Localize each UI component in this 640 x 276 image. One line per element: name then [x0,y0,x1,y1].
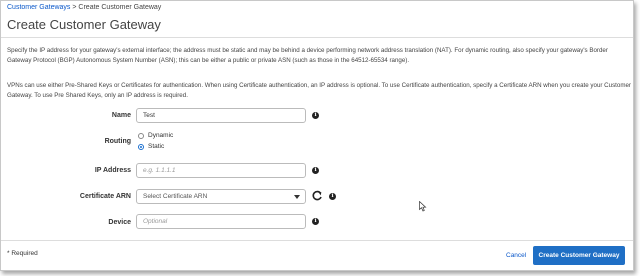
ip-address-label: IP Address [94,167,131,174]
device-label: Device [108,219,131,226]
device-input[interactable] [136,214,306,229]
breadcrumb-separator: > [72,4,77,11]
mouse-cursor-icon [419,201,427,212]
name-label: Name [111,112,131,119]
name-input[interactable] [136,108,306,123]
routing-label: Routing [104,138,131,145]
page-title: Create Customer Gateway [7,17,161,32]
breadcrumb: Customer Gateways > Create Customer Gate… [7,4,161,11]
routing-dynamic-label: Dynamic [148,132,174,139]
title-divider [1,37,633,38]
device-info-icon[interactable]: i [312,218,319,225]
breadcrumb-current: Create Customer Gateway [78,4,162,11]
create-customer-gateway-button[interactable]: Create Customer Gateway [533,246,625,265]
certificate-arn-label: Certificate ARN [79,193,131,200]
routing-static-label: Static [148,143,165,150]
name-info-icon[interactable]: i [312,112,319,119]
footer-divider [1,240,633,241]
certificate-arn-select[interactable]: Select Certificate ARN [136,189,306,204]
routing-dynamic-radio[interactable] [138,132,144,139]
routing-static-radio[interactable] [138,143,144,150]
cancel-link[interactable]: Cancel [506,252,526,259]
ip-address-info-icon[interactable]: i [312,167,319,174]
certificate-arn-selected-value: Select Certificate ARN [143,193,208,200]
routing-option-dynamic[interactable]: Dynamic [138,132,173,139]
description-ip-bgp: Specify the IP address for your gateway'… [7,47,608,64]
caret-down-icon [294,195,300,199]
description-authentication: VPNs can use either Pre-Shared Keys or C… [7,82,631,99]
routing-option-static[interactable]: Static [138,143,164,150]
refresh-icon[interactable] [311,190,323,202]
required-note: * Required [7,250,38,257]
breadcrumb-customer-gateways-link[interactable]: Customer Gateways [7,4,70,11]
certificate-arn-info-icon[interactable]: i [329,193,336,200]
create-customer-gateway-panel: Customer Gateways > Create Customer Gate… [0,0,634,271]
ip-address-input[interactable] [136,163,306,178]
